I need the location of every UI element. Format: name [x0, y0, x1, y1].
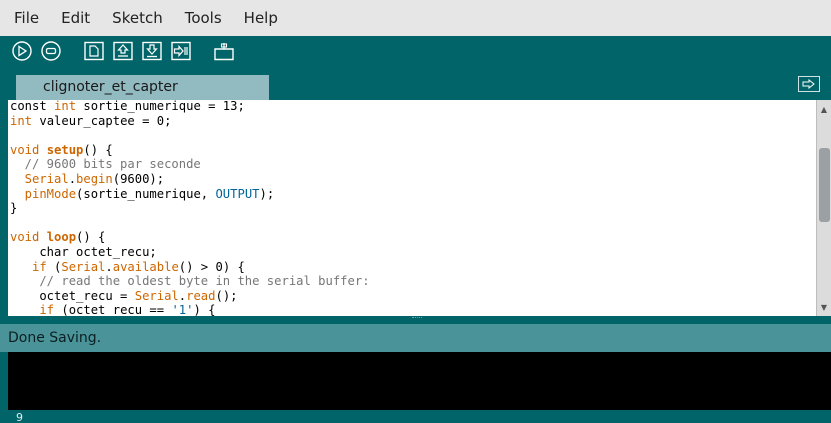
menu-bar: File Edit Sketch Tools Help [0, 0, 831, 36]
code-token: Serial [10, 171, 69, 186]
code-token: (sortie_numerique, [76, 186, 216, 201]
toolbar [0, 36, 831, 66]
menu-file[interactable]: File [14, 9, 39, 27]
tab-menu-button[interactable] [798, 76, 820, 92]
code-line: int valeur_captee = 0; [10, 114, 370, 129]
code-token: () { [83, 142, 113, 157]
code-token: sortie_numerique = 13; [76, 100, 245, 113]
code-line: char octet_recu; [10, 245, 370, 260]
scroll-down-icon[interactable]: ▼ [817, 300, 831, 314]
serial-monitor-button[interactable] [212, 41, 236, 61]
open-button[interactable] [111, 41, 135, 61]
code-line: octet_recu = Serial.read(); [10, 289, 370, 304]
code-token: () { [76, 230, 106, 245]
code-token: if [10, 259, 55, 274]
code-line: } [10, 201, 370, 216]
save-button[interactable] [140, 41, 164, 61]
code-line: pinMode(sortie_numerique, OUTPUT); [10, 187, 370, 202]
code-editor[interactable]: const int sortie_numerique = 13; int vale… [8, 100, 816, 316]
code-line: if (octet_recu == '1') { [10, 303, 370, 316]
code-token: // 9600 bits par seconde [10, 157, 201, 172]
code-token: valeur_captee = 0; [32, 113, 172, 128]
stop-button[interactable] [39, 41, 63, 61]
code-token: ); [259, 186, 275, 201]
status-bar: Done Saving. [0, 324, 831, 352]
open-icon [113, 41, 133, 61]
code-token: . [68, 171, 77, 186]
code-token: setup [46, 142, 84, 157]
scroll-up-icon[interactable]: ▲ [817, 102, 831, 116]
code-token: (); [215, 288, 238, 303]
menu-edit[interactable]: Edit [61, 9, 90, 27]
code-line: if (Serial.available() > 0) { [10, 260, 370, 275]
code-token: void [10, 142, 47, 157]
tab-label: clignoter_et_capter [43, 79, 178, 95]
serial-monitor-icon [214, 43, 234, 61]
code-token: void [10, 230, 47, 245]
code-line: void loop() { [10, 230, 370, 245]
divider-grip [412, 317, 422, 322]
verify-icon [12, 41, 32, 61]
code-token: if [10, 303, 62, 316]
stop-icon [41, 41, 61, 61]
editor-scrollbar[interactable]: ▲ ▼ [816, 100, 831, 316]
code-token: int [10, 113, 33, 128]
code-token: } [10, 201, 18, 216]
tab-strip: clignoter_et_capter [0, 66, 831, 100]
upload-button[interactable] [169, 41, 193, 61]
code-token: octet_recu = [10, 288, 135, 303]
code-line: Serial.begin(9600); [10, 172, 370, 187]
code-line: void setup() { [10, 143, 370, 158]
code-token: int [54, 100, 77, 113]
code-token: OUTPUT [215, 186, 260, 201]
code-token: const [10, 100, 55, 113]
code-line: // 9600 bits par seconde [10, 157, 370, 172]
code-token: begin [76, 171, 113, 186]
code-token: Serial [134, 288, 179, 303]
code-token: (9600); [112, 171, 165, 186]
scroll-thumb[interactable] [819, 148, 830, 222]
code-token: (octet_recu == [61, 303, 172, 316]
code-token: ) { [193, 303, 216, 316]
code-token: pinMode [10, 186, 77, 201]
arrow-right-icon [802, 79, 815, 89]
tab-sketch[interactable]: clignoter_et_capter [16, 75, 269, 100]
console-output [8, 352, 831, 410]
new-icon [84, 41, 104, 61]
code-line: const int sortie_numerique = 13; [10, 100, 370, 114]
menu-tools[interactable]: Tools [185, 9, 222, 27]
code-token: loop [46, 230, 77, 245]
code-token: // read the oldest byte in the serial bu… [10, 274, 370, 289]
verify-button[interactable] [10, 41, 34, 61]
code-token: read [186, 288, 216, 303]
code-line: // read the oldest byte in the serial bu… [10, 274, 370, 289]
code-token: Serial [61, 259, 106, 274]
menu-help[interactable]: Help [244, 9, 278, 27]
code-token: '1' [171, 303, 194, 316]
code-token: available [112, 259, 179, 274]
line-number-bar: 9 [0, 410, 831, 423]
save-icon [142, 41, 162, 61]
code-text: const int sortie_numerique = 13; int vale… [10, 100, 370, 316]
new-button[interactable] [82, 41, 106, 61]
line-number: 9 [16, 411, 23, 423]
status-message: Done Saving. [8, 330, 102, 346]
code-token: . [105, 259, 113, 274]
split-divider[interactable] [0, 316, 831, 324]
code-token: () > 0) { [178, 259, 245, 274]
upload-icon [171, 41, 191, 61]
code-token: char octet_recu; [10, 244, 157, 259]
menu-sketch[interactable]: Sketch [112, 9, 163, 27]
